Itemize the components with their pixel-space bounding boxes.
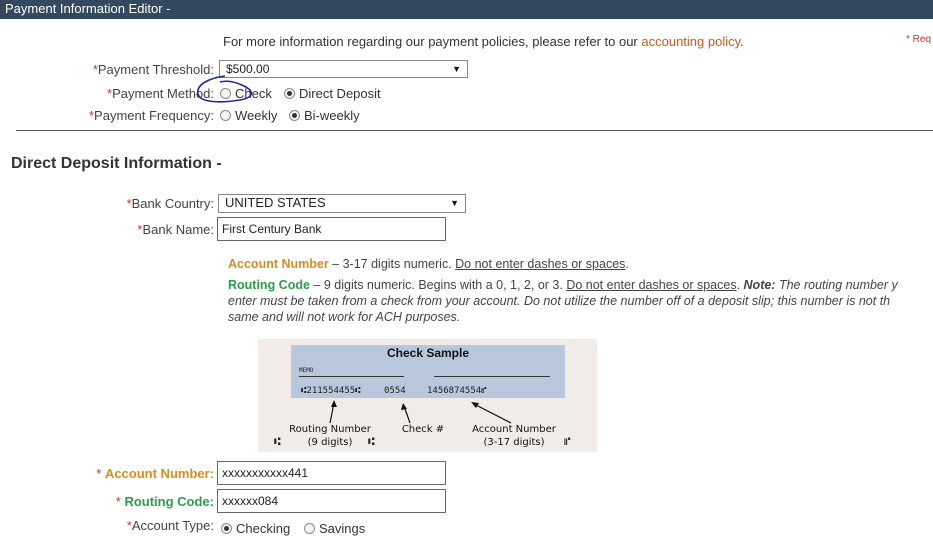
dropdown-arrow-icon: ▼	[452, 64, 461, 74]
routing-number-caption: Routing Number	[289, 424, 371, 435]
account-number-help: Account Number – 3-17 digits numeric. Do…	[228, 257, 629, 271]
radio-icon[interactable]	[220, 110, 231, 121]
payment-frequency-label: *Payment Frequency:	[88, 108, 214, 123]
payment-threshold-label: *Payment Threshold:	[92, 62, 214, 77]
check-sample-image: Check Sample MEMO ⑆211554455⑆ 0554 14568…	[258, 339, 597, 452]
required-note: * Req	[906, 34, 932, 45]
payment-method-label: *Payment Method:	[107, 86, 214, 101]
account-type-label: *Account Type:	[126, 518, 214, 533]
account-type-radio-savings[interactable]: Savings	[304, 521, 365, 536]
micr-symbol: ⑈	[564, 435, 571, 448]
check-arrows	[329, 400, 512, 424]
section-divider	[16, 130, 933, 131]
account-number-input[interactable]: xxxxxxxxxxx441	[217, 461, 446, 485]
radio-label: Savings	[319, 521, 366, 536]
radio-selected-icon[interactable]	[221, 523, 232, 534]
bank-country-label: *Bank Country:	[126, 196, 214, 211]
radio-label: Bi-weekly	[304, 108, 360, 123]
radio-selected-icon[interactable]	[289, 110, 300, 121]
radio-label: Weekly	[235, 108, 278, 123]
accounting-policy-link[interactable]: accounting policy	[641, 34, 740, 49]
account-digits-caption: (3-17 digits)	[483, 437, 545, 448]
bank-country-value: UNITED STATES	[225, 195, 326, 210]
micr-symbol: ⑆	[368, 435, 375, 448]
account-number-label: * Account Number:	[96, 466, 214, 481]
payment-method-radio-direct-deposit[interactable]: Direct Deposit	[284, 86, 381, 101]
policy-intro: For more information regarding our payme…	[223, 34, 744, 49]
micr-symbol: ⑆	[274, 435, 281, 448]
policy-intro-text: For more information regarding our payme…	[223, 34, 642, 49]
check-number-caption: Check #	[401, 424, 445, 435]
account-type-radio-checking[interactable]: Checking	[221, 521, 290, 536]
radio-label: Checking	[236, 521, 291, 536]
routing-code-label: * Routing Code:	[115, 494, 214, 509]
radio-label: Direct Deposit	[299, 86, 381, 101]
routing-code-help: Routing Code – 9 digits numeric. Begins …	[228, 278, 898, 292]
radio-icon[interactable]	[304, 523, 315, 534]
routing-code-input[interactable]: xxxxxx084	[217, 489, 446, 513]
pen-annotation-circle	[197, 75, 252, 103]
routing-note-line3: same and will not work for ACH purposes.	[228, 310, 461, 324]
payment-frequency-radio-weekly[interactable]: Weekly	[220, 108, 277, 123]
routing-digits-caption: (9 digits)	[307, 437, 353, 448]
radio-selected-icon[interactable]	[284, 88, 295, 99]
bank-name-input[interactable]: First Century Bank	[217, 217, 446, 241]
bank-country-select[interactable]: UNITED STATES ▼	[218, 194, 466, 213]
window-title: Payment Information Editor -	[0, 0, 933, 19]
direct-deposit-heading: Direct Deposit Information -	[11, 155, 222, 172]
dropdown-arrow-icon: ▼	[450, 198, 459, 208]
account-number-caption: Account Number	[472, 424, 556, 435]
bank-name-label: *Bank Name:	[137, 222, 214, 237]
payment-frequency-radio-biweekly[interactable]: Bi-weekly	[289, 108, 360, 123]
routing-note-line2: enter must be taken from a check from yo…	[228, 294, 891, 308]
policy-intro-suffix: .	[740, 34, 744, 49]
